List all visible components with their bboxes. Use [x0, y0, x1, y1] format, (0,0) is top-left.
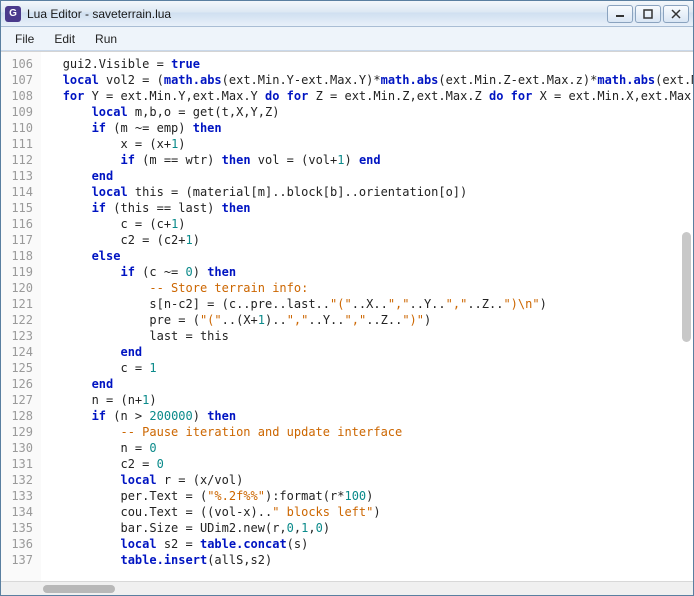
- code-line[interactable]: end: [41, 168, 693, 184]
- line-number: 122: [1, 312, 33, 328]
- code-line[interactable]: pre = ("("..(X+1)..","..Y..","..Z..")"): [41, 312, 693, 328]
- line-number: 116: [1, 216, 33, 232]
- line-number: 110: [1, 120, 33, 136]
- minimize-button[interactable]: [607, 5, 633, 23]
- menu-run[interactable]: Run: [85, 29, 127, 49]
- maximize-icon: [643, 9, 653, 19]
- code-line[interactable]: local this = (material[m]..block[b]..ori…: [41, 184, 693, 200]
- code-line[interactable]: x = (x+1): [41, 136, 693, 152]
- app-window: G Lua Editor - saveterrain.lua File Edit…: [0, 0, 694, 596]
- line-number: 123: [1, 328, 33, 344]
- line-number: 133: [1, 488, 33, 504]
- code-line[interactable]: table.insert(allS,s2): [41, 552, 693, 568]
- line-number: 120: [1, 280, 33, 296]
- line-number: 115: [1, 200, 33, 216]
- line-number: 124: [1, 344, 33, 360]
- line-number: 112: [1, 152, 33, 168]
- code-line[interactable]: if (m ~= emp) then: [41, 120, 693, 136]
- line-number-gutter: 1061071081091101111121131141151161171181…: [1, 52, 41, 581]
- maximize-button[interactable]: [635, 5, 661, 23]
- code-line[interactable]: c2 = 0: [41, 456, 693, 472]
- code-line[interactable]: for Y = ext.Min.Y,ext.Max.Y do for Z = e…: [41, 88, 693, 104]
- code-line[interactable]: c = 1: [41, 360, 693, 376]
- line-number: 136: [1, 536, 33, 552]
- line-number: 129: [1, 424, 33, 440]
- code-area[interactable]: gui2.Visible = true local vol2 = (math.a…: [41, 52, 693, 581]
- line-number: 121: [1, 296, 33, 312]
- code-line[interactable]: if (this == last) then: [41, 200, 693, 216]
- line-number: 126: [1, 376, 33, 392]
- code-line[interactable]: n = 0: [41, 440, 693, 456]
- code-line[interactable]: local r = (x/vol): [41, 472, 693, 488]
- code-line[interactable]: -- Store terrain info:: [41, 280, 693, 296]
- line-number: 125: [1, 360, 33, 376]
- close-icon: [671, 9, 681, 19]
- line-number: 109: [1, 104, 33, 120]
- line-number: 106: [1, 56, 33, 72]
- line-number: 128: [1, 408, 33, 424]
- close-button[interactable]: [663, 5, 689, 23]
- code-line[interactable]: s[n-c2] = (c..pre..last.."("..X..","..Y.…: [41, 296, 693, 312]
- horizontal-scrollbar-thumb[interactable]: [43, 585, 115, 593]
- code-line[interactable]: end: [41, 376, 693, 392]
- line-number: 118: [1, 248, 33, 264]
- minimize-icon: [615, 9, 625, 19]
- window-controls: [607, 5, 689, 23]
- code-line[interactable]: -- Pause iteration and update interface: [41, 424, 693, 440]
- line-number: 107: [1, 72, 33, 88]
- line-number: 113: [1, 168, 33, 184]
- menu-edit[interactable]: Edit: [44, 29, 85, 49]
- code-line[interactable]: else: [41, 248, 693, 264]
- code-line[interactable]: if (c ~= 0) then: [41, 264, 693, 280]
- menubar: File Edit Run: [1, 27, 693, 51]
- vertical-scrollbar-thumb[interactable]: [682, 232, 691, 342]
- code-line[interactable]: per.Text = ("%.2f%%"):format(r*100): [41, 488, 693, 504]
- horizontal-scrollbar[interactable]: [1, 581, 693, 595]
- line-number: 130: [1, 440, 33, 456]
- line-number: 135: [1, 520, 33, 536]
- code-line[interactable]: c = (c+1): [41, 216, 693, 232]
- code-line[interactable]: c2 = (c2+1): [41, 232, 693, 248]
- line-number: 108: [1, 88, 33, 104]
- line-number: 117: [1, 232, 33, 248]
- line-number: 137: [1, 552, 33, 568]
- window-title: Lua Editor - saveterrain.lua: [27, 7, 607, 21]
- code-line[interactable]: cou.Text = ((vol-x).." blocks left"): [41, 504, 693, 520]
- code-line[interactable]: local s2 = table.concat(s): [41, 536, 693, 552]
- code-editor[interactable]: 1061071081091101111121131141151161171181…: [1, 51, 693, 581]
- line-number: 134: [1, 504, 33, 520]
- code-line[interactable]: last = this: [41, 328, 693, 344]
- code-line[interactable]: local vol2 = (math.abs(ext.Min.Y-ext.Max…: [41, 72, 693, 88]
- line-number: 114: [1, 184, 33, 200]
- code-line[interactable]: gui2.Visible = true: [41, 56, 693, 72]
- line-number: 111: [1, 136, 33, 152]
- app-icon: G: [5, 6, 21, 22]
- line-number: 119: [1, 264, 33, 280]
- code-line[interactable]: n = (n+1): [41, 392, 693, 408]
- menu-file[interactable]: File: [5, 29, 44, 49]
- titlebar[interactable]: G Lua Editor - saveterrain.lua: [1, 1, 693, 27]
- code-line[interactable]: bar.Size = UDim2.new(r,0,1,0): [41, 520, 693, 536]
- code-line[interactable]: if (n > 200000) then: [41, 408, 693, 424]
- code-line[interactable]: if (m == wtr) then vol = (vol+1) end: [41, 152, 693, 168]
- line-number: 132: [1, 472, 33, 488]
- code-line[interactable]: local m,b,o = get(t,X,Y,Z): [41, 104, 693, 120]
- line-number: 131: [1, 456, 33, 472]
- code-line[interactable]: end: [41, 344, 693, 360]
- line-number: 127: [1, 392, 33, 408]
